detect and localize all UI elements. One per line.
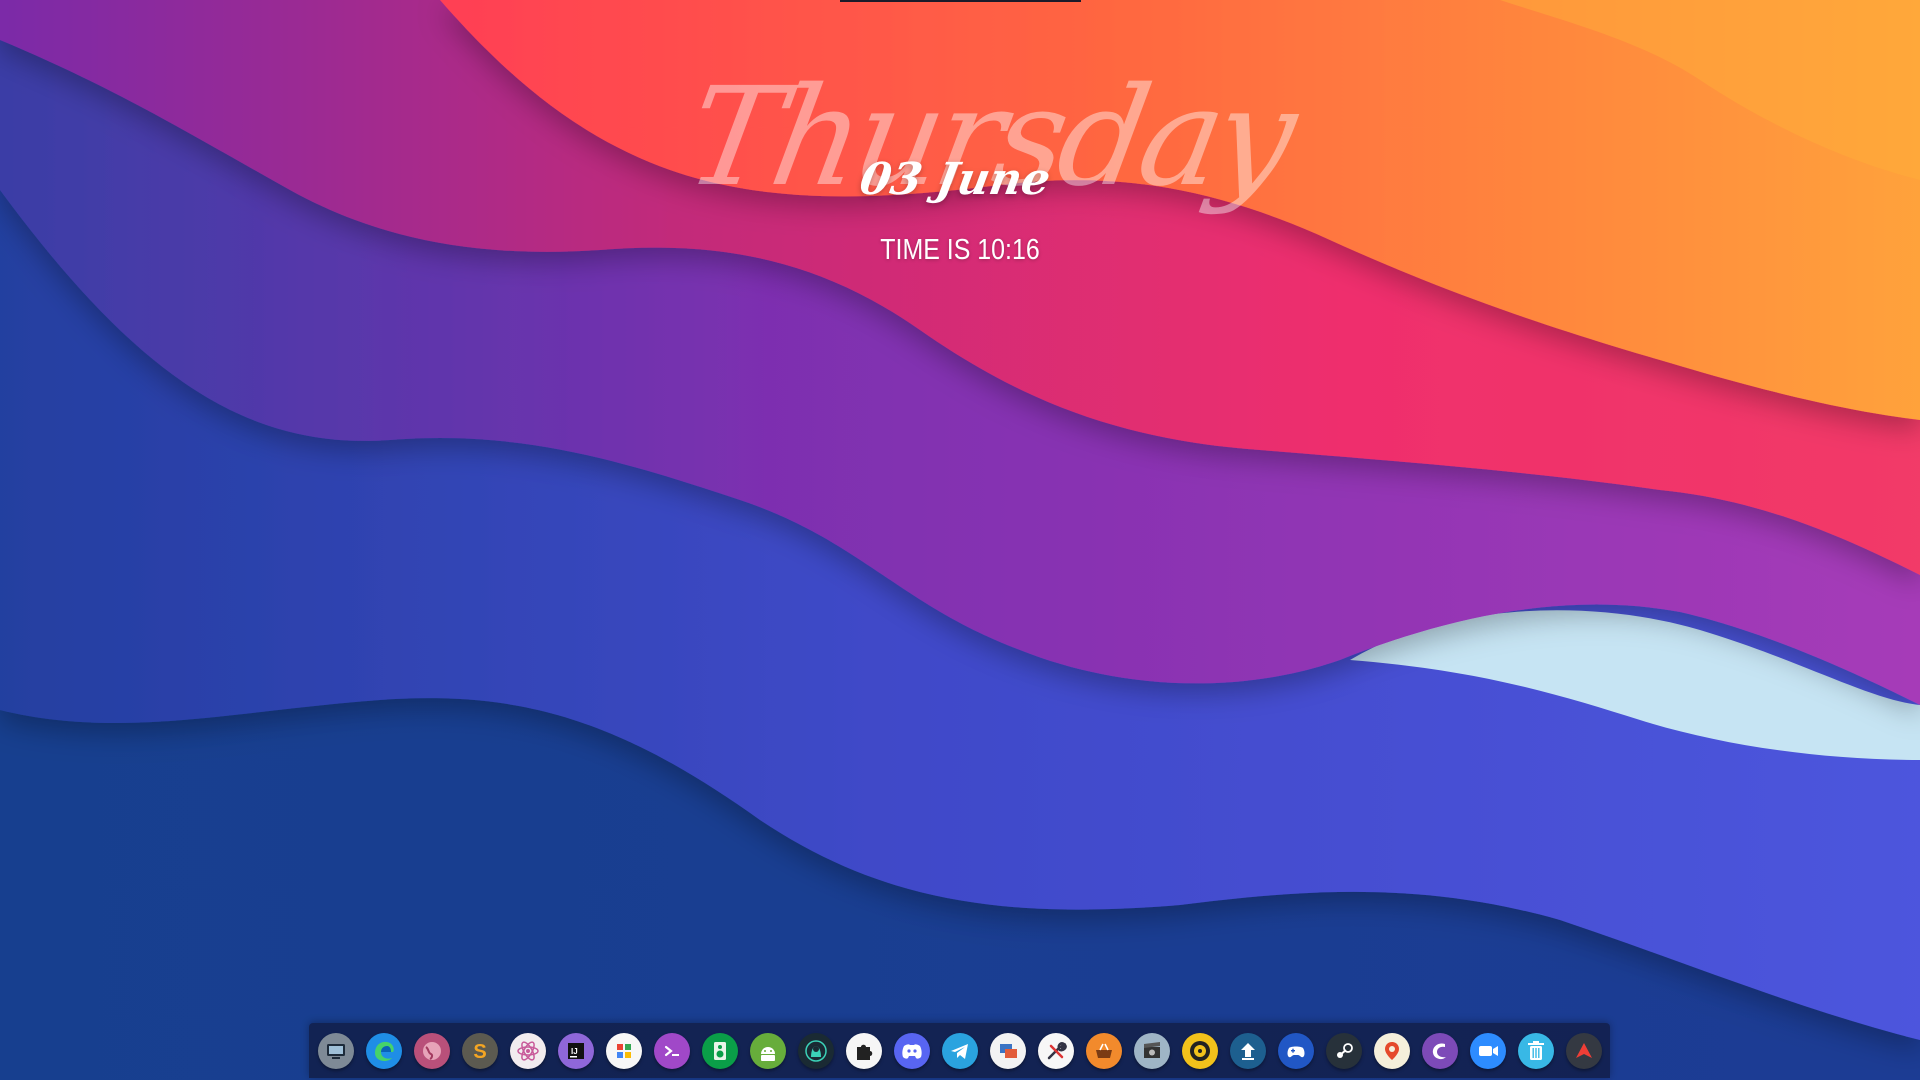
app-grid-icon <box>616 1043 631 1058</box>
puzzle-dock-item[interactable] <box>845 1032 882 1069</box>
audio-app-icon <box>713 1041 726 1060</box>
launcher-arrow-icon <box>1575 1042 1592 1058</box>
top-edge-bar <box>840 0 1081 2</box>
android-icon <box>760 1046 775 1061</box>
intellij-icon: IJ <box>567 1042 584 1059</box>
sublime-s-icon: S <box>473 1041 486 1063</box>
launcher-arrow-dock-item[interactable] <box>1565 1032 1602 1069</box>
telegram-dock-item[interactable] <box>941 1032 978 1069</box>
discord-dock-item[interactable] <box>893 1032 930 1069</box>
desktop: Thursday 03 June TIME IS 10:16 S IJ <box>0 0 1920 1080</box>
atom-editor-icon <box>516 1040 539 1061</box>
upload-icon <box>1240 1042 1255 1060</box>
discord-icon <box>901 1043 922 1059</box>
upload-dock-item[interactable] <box>1229 1032 1266 1069</box>
tools-dock-item[interactable] <box>1037 1032 1074 1069</box>
zoom-dock-item[interactable] <box>1469 1032 1506 1069</box>
swirl-app-icon <box>1432 1043 1446 1059</box>
gitkraken-dock-item[interactable] <box>797 1032 834 1069</box>
telegram-icon <box>950 1043 968 1059</box>
android-dock-item[interactable] <box>749 1032 786 1069</box>
gamepad-dock-item[interactable] <box>1277 1032 1314 1069</box>
gitkraken-icon <box>804 1039 827 1062</box>
computer-dock-item[interactable] <box>317 1032 354 1069</box>
edge-browser-icon <box>374 1041 394 1061</box>
trash-icon <box>1527 1040 1544 1060</box>
svg-text:S: S <box>473 1041 486 1063</box>
computer-icon <box>326 1043 345 1059</box>
audio-app-dock-item[interactable] <box>701 1032 738 1069</box>
dock: S IJ <box>309 1023 1610 1078</box>
svg-text:IJ: IJ <box>571 1047 578 1056</box>
steam-icon <box>1336 1042 1353 1058</box>
music-disc-icon <box>1189 1040 1210 1061</box>
wallpaper <box>0 0 1920 1080</box>
steam-dock-item[interactable] <box>1325 1032 1362 1069</box>
terminal-icon <box>664 1045 679 1056</box>
globe-app-icon <box>422 1041 441 1060</box>
atom-editor-dock-item[interactable] <box>509 1032 546 1069</box>
swirl-app-dock-item[interactable] <box>1421 1032 1458 1069</box>
app-grid-dock-item[interactable] <box>605 1032 642 1069</box>
maps-pin-icon <box>1384 1041 1399 1060</box>
terminal-dock-item[interactable] <box>653 1032 690 1069</box>
video-editor-dock-item[interactable] <box>1133 1032 1170 1069</box>
music-disc-dock-item[interactable] <box>1181 1032 1218 1069</box>
edge-browser-dock-item[interactable] <box>365 1032 402 1069</box>
gamepad-icon <box>1287 1046 1304 1057</box>
remote-desktop-dock-item[interactable] <box>989 1032 1026 1069</box>
zoom-icon <box>1478 1045 1498 1056</box>
tools-icon <box>1047 1041 1067 1059</box>
basket-dock-item[interactable] <box>1085 1032 1122 1069</box>
sublime-s-dock-item[interactable]: S <box>461 1032 498 1069</box>
maps-pin-dock-item[interactable] <box>1373 1032 1410 1069</box>
intellij-dock-item[interactable]: IJ <box>557 1032 594 1069</box>
globe-app-dock-item[interactable] <box>413 1032 450 1069</box>
basket-icon <box>1095 1043 1112 1058</box>
remote-desktop-icon <box>999 1043 1017 1058</box>
video-editor-icon <box>1143 1041 1160 1058</box>
trash-dock-item[interactable] <box>1517 1032 1554 1069</box>
puzzle-icon <box>856 1044 872 1060</box>
